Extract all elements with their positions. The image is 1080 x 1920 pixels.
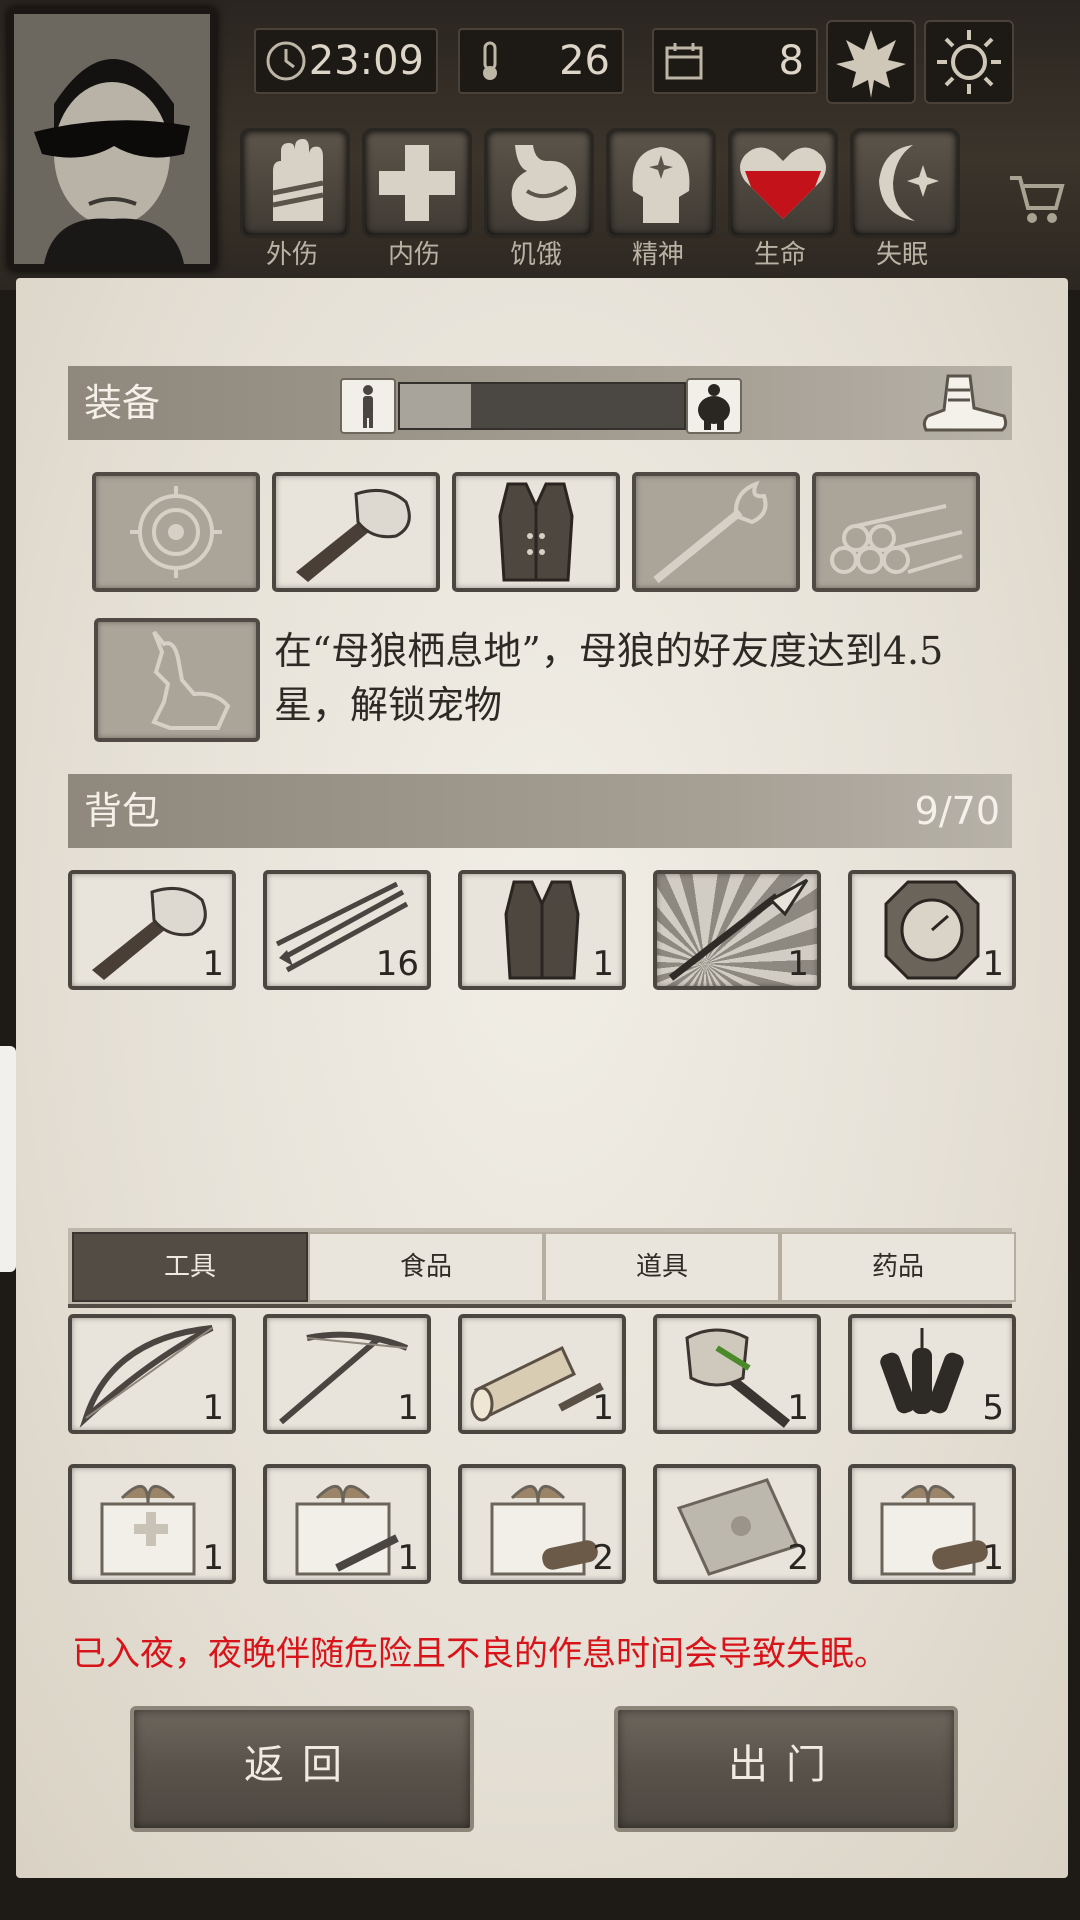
- status-mind[interactable]: [606, 128, 716, 238]
- status-injury[interactable]: [240, 128, 350, 238]
- equipment-title: 装备: [84, 381, 161, 425]
- backpack-item[interactable]: 1: [848, 870, 1016, 990]
- item-count: 1: [397, 1388, 419, 1428]
- status-hunger-label: 饥饿: [509, 240, 562, 270]
- heart-icon: [740, 147, 826, 219]
- equip-slot-weapon[interactable]: [92, 472, 260, 592]
- stomach-icon: [511, 145, 577, 222]
- bandaged-hand-icon: [272, 139, 324, 221]
- backpack-item[interactable]: 16: [263, 870, 431, 990]
- storage-item[interactable]: 1: [68, 1464, 236, 1584]
- item-count: 2: [787, 1538, 809, 1578]
- status-injury-label: 外伤: [265, 240, 318, 270]
- storage-item[interactable]: 1: [263, 1464, 431, 1584]
- item-count: 1: [787, 944, 809, 984]
- backpack-capacity: 9/70: [914, 789, 1000, 833]
- pet-slot[interactable]: [94, 618, 260, 742]
- storage-item[interactable]: 1: [68, 1314, 236, 1434]
- item-count: 1: [592, 1388, 614, 1428]
- side-drawer-handle[interactable]: [0, 1046, 16, 1272]
- thin-person-icon: [363, 385, 373, 428]
- equip-slot-resource[interactable]: [812, 472, 980, 592]
- mind-icon: [632, 147, 690, 223]
- leather-vest-icon: [498, 482, 574, 582]
- tab-medicine[interactable]: 药品: [780, 1232, 1016, 1302]
- temperature-display: 26: [458, 28, 624, 94]
- storage-item[interactable]: 1: [458, 1314, 626, 1434]
- fat-person-icon: [698, 384, 730, 430]
- clock-display: 23:09: [254, 28, 438, 94]
- storage-item[interactable]: 1: [263, 1314, 431, 1434]
- temperature-text: 26: [559, 38, 610, 84]
- boot-icon[interactable]: [918, 370, 1010, 436]
- pet-unlock-hint: 在“母狼栖息地”，母狼的好友度达到4.5星，解锁宠物: [274, 629, 944, 727]
- equip-slot-armor[interactable]: [452, 472, 620, 592]
- storage-item[interactable]: 2: [653, 1464, 821, 1584]
- storage-item[interactable]: 2: [458, 1464, 626, 1584]
- storage-item[interactable]: 1: [653, 1314, 821, 1434]
- status-internal-label: 内伤: [387, 240, 440, 270]
- status-health[interactable]: [728, 128, 838, 238]
- backpack-header: 背包 9/70: [68, 774, 1012, 848]
- tab-tools[interactable]: 工具: [72, 1232, 308, 1302]
- clock-icon: [266, 41, 306, 81]
- cross-icon: [379, 145, 455, 221]
- moon-star-icon: [879, 145, 939, 221]
- item-count: 1: [982, 1538, 1004, 1578]
- wolf-icon: [151, 630, 231, 730]
- torch-icon: [653, 480, 768, 584]
- stone-hammer-icon: [296, 488, 411, 582]
- item-count: 1: [397, 1538, 419, 1578]
- player-avatar[interactable]: [8, 8, 216, 270]
- light-weight-marker: [340, 378, 396, 434]
- item-count: 1: [202, 1538, 224, 1578]
- weight-bar-fill: [400, 384, 471, 428]
- calendar-icon: [665, 43, 703, 80]
- top-status-bar: 23:09 26 8 外伤 内伤 饥饿 精神 生命 失眠: [0, 0, 1080, 290]
- equip-slot-light[interactable]: [632, 472, 800, 592]
- night-warning-text: 已入夜，夜晚伴随危险且不良的作息时间会导致失眠。: [72, 1634, 888, 1674]
- equip-slot-tool[interactable]: [272, 472, 440, 592]
- storage-item[interactable]: 1: [848, 1464, 1016, 1584]
- status-hunger[interactable]: [484, 128, 594, 238]
- backpack-item[interactable]: 1: [653, 870, 821, 990]
- status-insomnia[interactable]: [850, 128, 960, 238]
- go-out-button[interactable]: 出门: [614, 1706, 958, 1832]
- item-count: 5: [982, 1388, 1004, 1428]
- status-mind-label: 精神: [631, 240, 684, 270]
- status-insomnia-label: 失眠: [875, 240, 928, 270]
- day-display: 8: [652, 28, 818, 94]
- item-count: 1: [787, 1388, 809, 1428]
- log-bundle-icon: [830, 504, 963, 574]
- sun-icon: [937, 30, 1001, 94]
- item-count: 1: [592, 944, 614, 984]
- status-health-label: 生命: [753, 240, 806, 270]
- player-portrait-icon: [14, 14, 210, 264]
- heavy-weight-marker: [686, 378, 742, 434]
- item-count: 1: [202, 1388, 224, 1428]
- tab-props[interactable]: 道具: [544, 1232, 780, 1302]
- backpack-title: 背包: [84, 789, 161, 833]
- season-indicator[interactable]: [826, 20, 916, 104]
- back-button[interactable]: 返回: [130, 1706, 474, 1832]
- item-count: 1: [202, 944, 224, 984]
- status-internal[interactable]: [362, 128, 472, 238]
- weather-indicator[interactable]: [924, 20, 1014, 104]
- item-count: 2: [592, 1538, 614, 1578]
- day-text: 8: [778, 38, 804, 84]
- maple-leaf-icon: [836, 30, 906, 98]
- thermometer-icon: [483, 41, 497, 80]
- backpack-item[interactable]: 1: [68, 870, 236, 990]
- time-text: 23:09: [308, 38, 424, 84]
- item-count: 16: [375, 944, 419, 984]
- target-icon: [130, 486, 222, 578]
- weight-bar: [398, 382, 686, 430]
- backpack-item[interactable]: 1: [458, 870, 626, 990]
- shop-cart-icon[interactable]: [1006, 168, 1066, 228]
- tab-food[interactable]: 食品: [308, 1232, 544, 1302]
- storage-item[interactable]: 5: [848, 1314, 1016, 1434]
- item-count: 1: [982, 944, 1004, 984]
